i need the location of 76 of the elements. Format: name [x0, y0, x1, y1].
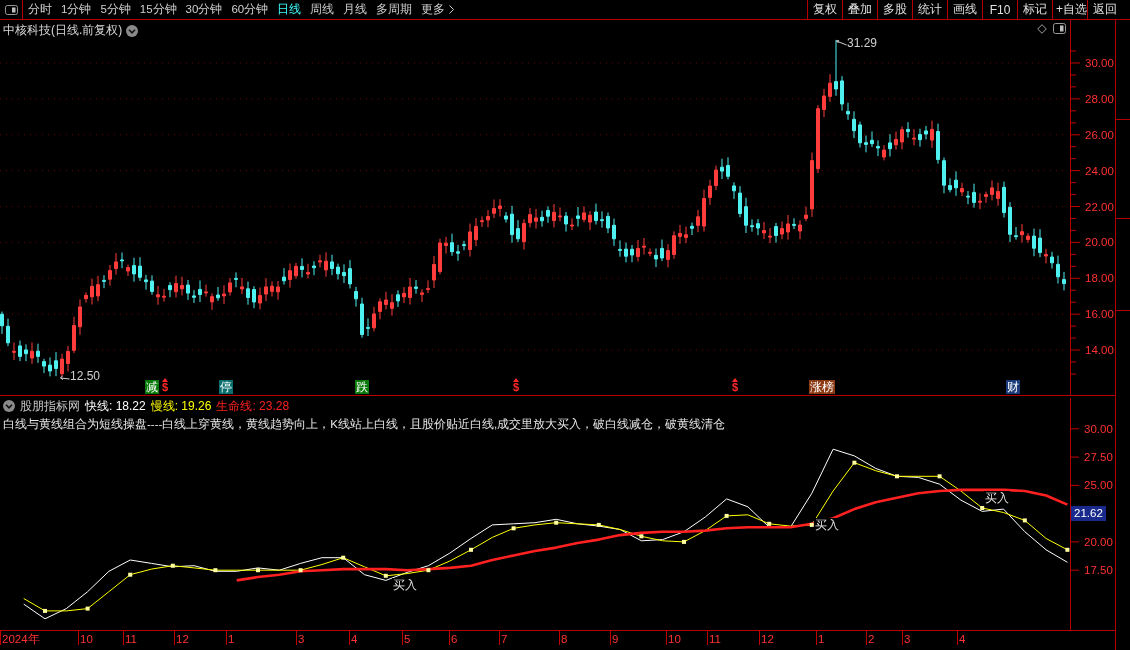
- time-axis-label: 8: [561, 632, 568, 646]
- axis-label: 16.00: [1085, 307, 1114, 322]
- current-value-label: 21.62: [1071, 506, 1106, 521]
- up-triangle-icon: [513, 378, 520, 382]
- period-tab[interactable]: 日线: [277, 2, 302, 17]
- period-tab[interactable]: 月线: [343, 2, 368, 17]
- event-tag[interactable]: 跌: [355, 380, 369, 394]
- period-tab[interactable]: 多周期: [376, 2, 413, 17]
- up-triangle-icon: [732, 378, 739, 382]
- event-symbol[interactable]: $: [513, 382, 520, 393]
- signal-label: 买入: [814, 518, 840, 532]
- axis-label: 22.00: [1085, 199, 1114, 214]
- time-axis-label: 3: [904, 632, 911, 646]
- axis-label: 20.00: [1085, 235, 1114, 250]
- period-tab[interactable]: 15分钟: [139, 2, 177, 17]
- time-axis-label: 11: [125, 632, 137, 646]
- arrow-icon: [836, 40, 847, 47]
- event-symbol[interactable]: $: [162, 382, 169, 393]
- high-price-label: 31.29: [847, 37, 878, 50]
- axis-label: 14.00: [1085, 343, 1114, 357]
- indicator-readout: 快线: 18.22: [85, 397, 146, 415]
- axis-label: 28.00: [1085, 91, 1114, 106]
- up-triangle-icon: [162, 378, 169, 382]
- time-axis-label: 12: [761, 632, 774, 646]
- diamond-icon[interactable]: [1037, 23, 1047, 34]
- event-tag[interactable]: 减: [145, 380, 159, 394]
- time-axis-label: 1: [228, 632, 235, 646]
- event-symbol[interactable]: $: [732, 382, 739, 393]
- toolbar-button[interactable]: +自选: [1052, 0, 1087, 19]
- time-axis-label: 10: [80, 632, 93, 646]
- axis-label: 18.00: [1085, 271, 1114, 286]
- time-axis-label: 10: [668, 632, 681, 646]
- axis-label: 30.00: [1085, 56, 1114, 70]
- time-axis-label: 12: [176, 632, 189, 646]
- time-axis-label: 2: [868, 632, 875, 646]
- time-axis-label: 11: [709, 632, 721, 646]
- indicator-name: 股朋指标网: [20, 397, 80, 415]
- axis-label: 17.50: [1084, 563, 1113, 578]
- axis-label: 30.00: [1084, 421, 1113, 436]
- chevron-right-icon: [449, 5, 455, 14]
- time-axis-label: 5: [404, 632, 411, 646]
- panel-toggle-icon[interactable]: [4, 4, 18, 15]
- chart-title: 中核科技(日线.前复权): [3, 22, 123, 39]
- event-tag[interactable]: 财: [1006, 380, 1020, 394]
- time-axis-label: 6: [451, 632, 458, 646]
- indicator-description: 白线与黄线组合为短线操盘----白线上穿黄线，黄线趋势向上，K线站上白线，且股价贴近白线,成交里放大买入，破白线减仓，破黄线清仓: [2, 417, 727, 432]
- axis-label: 26.00: [1085, 127, 1114, 142]
- indicator-readout: 生命线: 23.28: [216, 397, 290, 415]
- dropdown-icon[interactable]: [3, 400, 15, 412]
- indicator-readout: 慢线: 19.26: [150, 397, 212, 415]
- time-axis-label: 4: [351, 632, 358, 646]
- period-tab[interactable]: 周线: [310, 2, 335, 17]
- axis-label: 27.50: [1084, 450, 1113, 465]
- more-button[interactable]: 更多: [421, 2, 455, 17]
- time-axis-label: 3: [298, 632, 305, 646]
- signal-label: 买入: [392, 578, 418, 592]
- time-axis-label: 9: [612, 632, 619, 646]
- low-price-label: 12.50: [70, 370, 101, 383]
- period-tab[interactable]: 分时: [28, 2, 52, 17]
- time-axis-label: 1: [818, 632, 825, 646]
- dropdown-icon[interactable]: [126, 24, 139, 37]
- period-tab[interactable]: 5分钟: [100, 2, 131, 17]
- arrow-icon: [60, 373, 70, 380]
- event-tag[interactable]: 停: [219, 380, 233, 394]
- time-axis-label: 4: [959, 632, 966, 646]
- signal-label: 买入: [984, 491, 1010, 505]
- event-tag[interactable]: 涨榜: [809, 380, 835, 394]
- axis-label: 20.00: [1084, 534, 1113, 549]
- axis-label: 24.00: [1085, 163, 1114, 178]
- period-tab[interactable]: 30分钟: [185, 2, 223, 17]
- period-tab[interactable]: 1分钟: [61, 2, 92, 17]
- panel-toggle-icon[interactable]: [1053, 23, 1066, 34]
- time-axis-label: 2024年: [2, 632, 40, 646]
- period-tab[interactable]: 60分钟: [231, 2, 269, 17]
- time-axis-label: 7: [501, 632, 508, 646]
- axis-label: 25.00: [1084, 478, 1113, 493]
